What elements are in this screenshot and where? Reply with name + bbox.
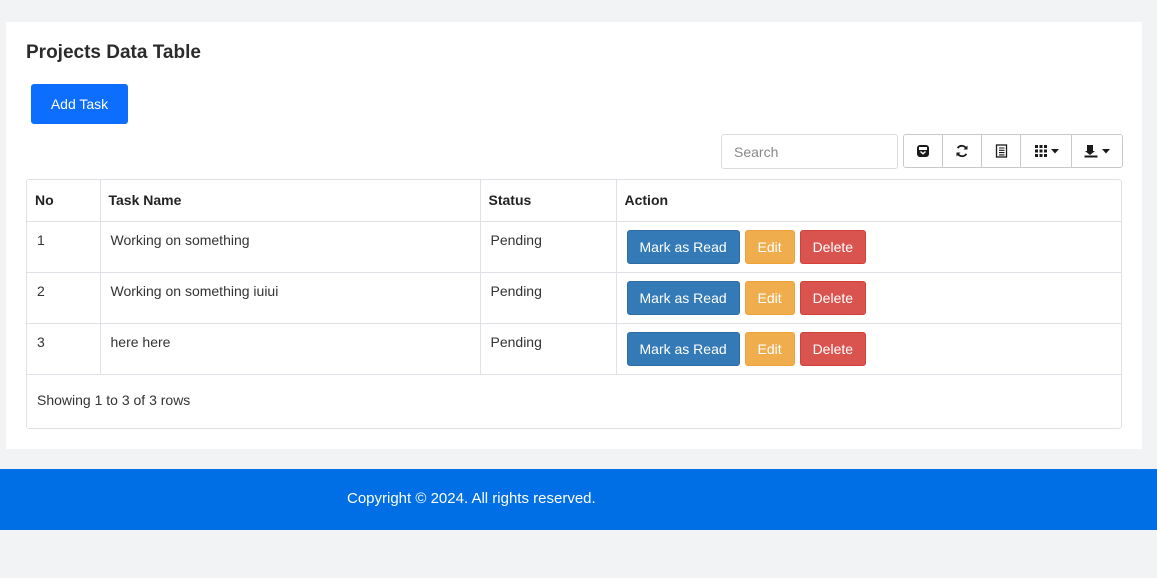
action-cell: Mark as Read Edit Delete	[616, 323, 1121, 375]
toggle-view-button[interactable]	[904, 135, 943, 167]
mark-as-read-button[interactable]: Mark as Read	[626, 331, 740, 366]
row-number: 1	[27, 221, 101, 273]
export-dropdown-button[interactable]	[1072, 135, 1122, 167]
add-task-button[interactable]: Add Task	[31, 84, 128, 124]
edit-button[interactable]: Edit	[744, 331, 795, 366]
mark-as-read-button[interactable]: Mark as Read	[626, 229, 740, 264]
projects-table-container: No Task Name Status Action 1 Working on …	[26, 179, 1122, 429]
delete-button[interactable]: Delete	[799, 229, 867, 264]
table-row: 1 Working on something Pending Mark as R…	[27, 221, 1121, 273]
edit-button[interactable]: Edit	[744, 280, 795, 315]
status-cell: Pending	[480, 272, 617, 324]
table-header-row: No Task Name Status Action	[27, 180, 1121, 222]
projects-card: Projects Data Table Add Task Search No T…	[6, 22, 1142, 449]
toggle-card-button[interactable]	[982, 135, 1021, 167]
mark-as-read-button[interactable]: Mark as Read	[626, 280, 740, 315]
table-row: 2 Working on something iuiui Pending Mar…	[27, 272, 1121, 324]
row-number: 2	[27, 272, 101, 324]
chevron-down-icon	[1102, 148, 1110, 154]
task-name-cell: Working on something iuiui	[100, 272, 481, 324]
delete-button[interactable]: Delete	[799, 280, 867, 315]
toggle-card-icon	[995, 144, 1008, 158]
refresh-button[interactable]	[943, 135, 982, 167]
columns-dropdown-button[interactable]	[1021, 135, 1072, 167]
toggle-view-icon	[916, 144, 930, 158]
table-row: 3 here here Pending Mark as Read Edit De…	[27, 323, 1121, 375]
column-header-status[interactable]: Status	[480, 180, 617, 222]
status-cell: Pending	[480, 221, 617, 273]
task-name-cell: Working on something	[100, 221, 481, 273]
chevron-down-icon	[1050, 148, 1059, 154]
projects-table: No Task Name Status Action 1 Working on …	[27, 180, 1121, 375]
copyright-text: Copyright © 2024. All rights reserved.	[347, 490, 596, 507]
task-name-cell: here here	[100, 323, 481, 375]
action-cell: Mark as Read Edit Delete	[616, 272, 1121, 324]
row-number: 3	[27, 323, 101, 375]
edit-button[interactable]: Edit	[744, 229, 795, 264]
column-header-task-name[interactable]: Task Name	[100, 180, 481, 222]
action-cell: Mark as Read Edit Delete	[616, 221, 1121, 273]
delete-button[interactable]: Delete	[799, 331, 867, 366]
page-footer: Copyright © 2024. All rights reserved.	[0, 469, 1157, 530]
search-input[interactable]	[721, 134, 898, 169]
export-icon	[1084, 144, 1099, 158]
columns-icon	[1034, 144, 1048, 158]
refresh-icon	[955, 144, 969, 158]
column-header-action[interactable]: Action	[616, 180, 1121, 222]
table-toolbar	[903, 134, 1123, 168]
page-title: Projects Data Table	[26, 42, 201, 63]
pagination-info: Showing 1 to 3 of 3 rows	[37, 392, 191, 408]
column-header-no[interactable]: No	[27, 180, 101, 222]
status-cell: Pending	[480, 323, 617, 375]
